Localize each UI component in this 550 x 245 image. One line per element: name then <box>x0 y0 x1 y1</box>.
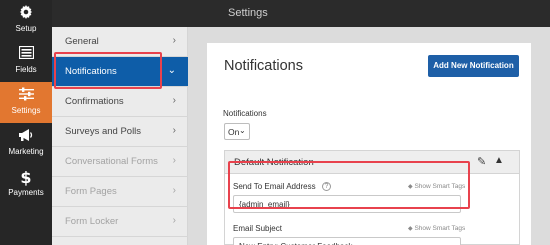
chevron-right-icon: › <box>172 35 176 46</box>
smart-tags-label: Show Smart Tags <box>414 225 466 232</box>
main-content: Notifications Add New Notification Notif… <box>188 27 550 245</box>
show-smart-tags-link[interactable]: ◆ Show Smart Tags <box>408 225 465 232</box>
notifications-select[interactable]: On ⌄ <box>224 123 250 140</box>
subnav-item-conversational-forms[interactable]: Conversational Forms › <box>52 147 188 177</box>
subnav-item-surveys-and-polls[interactable]: Surveys and Polls › <box>52 117 188 147</box>
rail-item-fields[interactable]: Fields <box>0 41 52 82</box>
fields-icon <box>0 46 52 62</box>
page-title: Settings <box>228 7 268 19</box>
highlight-box <box>228 161 470 209</box>
sliders-icon <box>0 87 52 103</box>
rail-label: Setup <box>15 24 37 33</box>
tag-icon: ◆ <box>408 226 413 232</box>
subnav-label: General <box>65 36 99 47</box>
email-subject-input[interactable]: New Entry: Customer Feedback <box>233 237 461 245</box>
subnav-label: Conversational Forms <box>65 156 158 167</box>
app-sidebar: Setup Fields Settings Marketing $ Paymen… <box>0 0 52 245</box>
notifications-label: Notifications <box>223 109 267 118</box>
subnav-item-form-locker[interactable]: Form Locker › <box>52 207 188 237</box>
subnav-label: Form Locker <box>65 216 119 227</box>
email-subject-label: Email Subject <box>233 224 282 233</box>
highlight-box <box>54 52 162 89</box>
subnav-item-confirmations[interactable]: Confirmations › <box>52 87 188 117</box>
rail-item-payments[interactable]: $ Payments <box>0 164 52 205</box>
gear-icon <box>0 5 52 21</box>
chevron-right-icon: › <box>172 155 176 166</box>
rail-label: Payments <box>8 188 44 197</box>
chevron-down-icon: ⌄ <box>239 126 246 135</box>
chevron-right-icon: › <box>172 215 176 226</box>
pencil-icon[interactable]: ✎ <box>477 155 486 168</box>
notifications-panel: Notifications Add New Notification Notif… <box>207 43 531 245</box>
chevron-right-icon: › <box>172 185 176 196</box>
rail-label: Marketing <box>8 147 44 156</box>
subnav-label: Confirmations <box>65 96 124 107</box>
rail-item-marketing[interactable]: Marketing <box>0 123 52 164</box>
dollar-icon: $ <box>0 169 52 186</box>
rail-label: Settings <box>11 106 41 115</box>
megaphone-icon <box>0 128 52 144</box>
add-new-notification-button[interactable]: Add New Notification <box>428 55 519 77</box>
subnav-label: Surveys and Polls <box>65 126 142 137</box>
chevron-right-icon: › <box>172 95 176 106</box>
section-title: Notifications <box>224 58 303 74</box>
rail-label: Fields <box>15 65 37 74</box>
subnav-item-form-pages[interactable]: Form Pages › <box>52 177 188 207</box>
chevron-down-icon: ⌄ <box>167 65 176 76</box>
rail-item-setup[interactable]: Setup <box>0 0 52 41</box>
top-bar: Settings <box>52 0 550 27</box>
chevron-right-icon: › <box>172 125 176 136</box>
svg-text:$: $ <box>20 169 31 186</box>
subnav-label: Form Pages <box>65 186 117 197</box>
rail-item-settings[interactable]: Settings <box>0 82 52 123</box>
chevron-up-icon[interactable]: ▲ <box>494 155 504 166</box>
select-value: On <box>228 127 240 137</box>
